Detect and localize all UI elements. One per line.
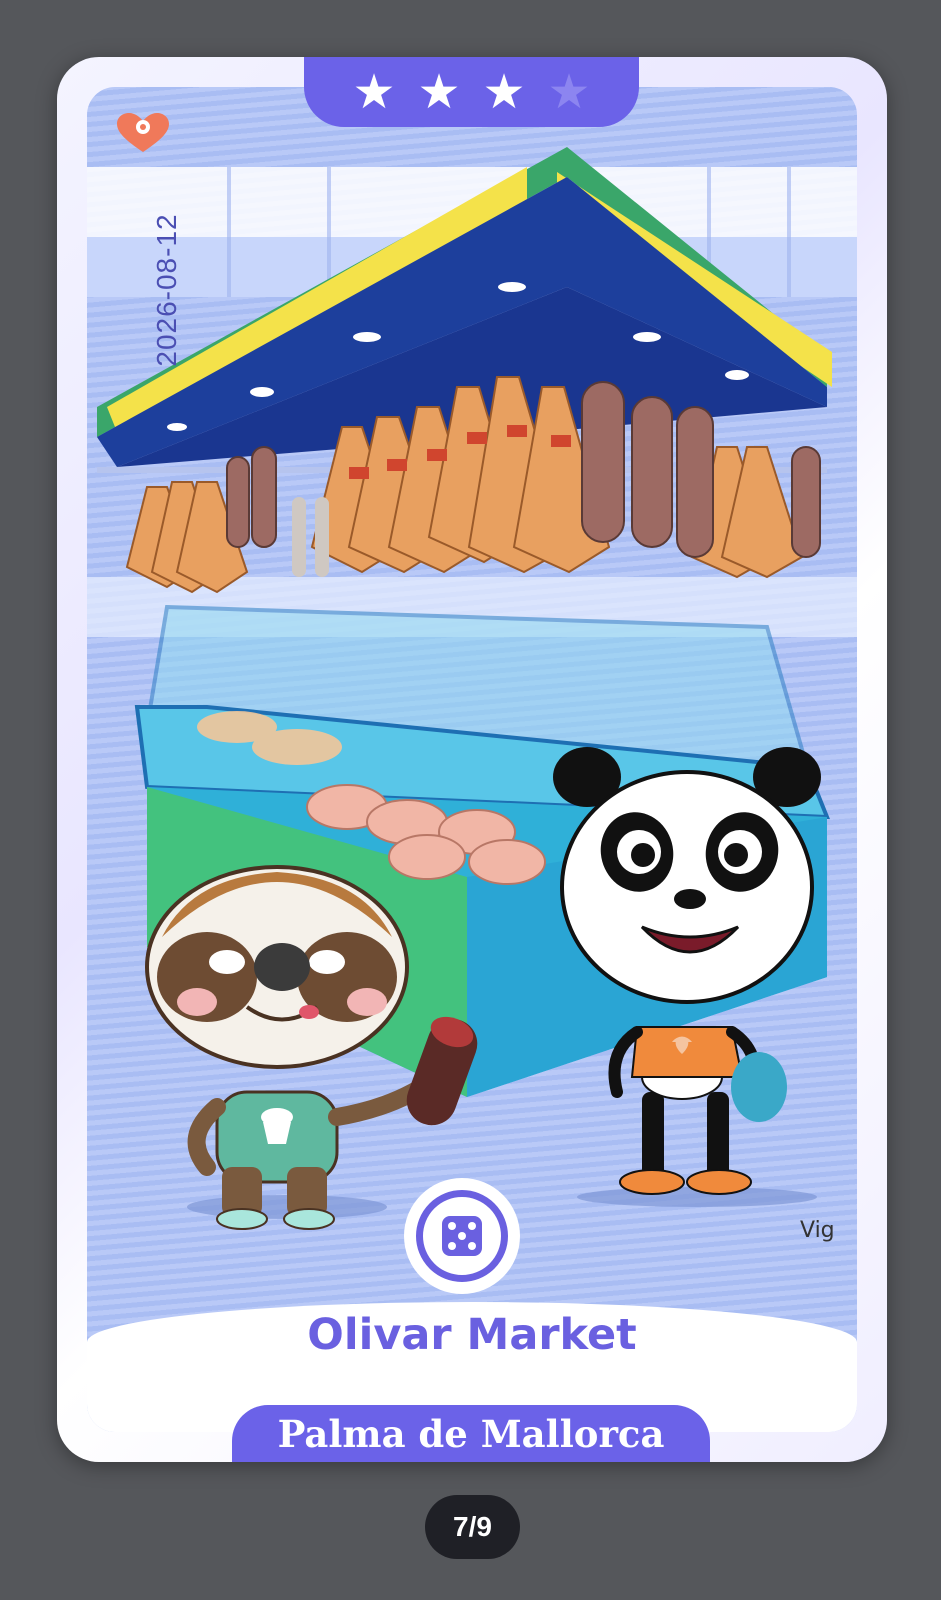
dice-ring xyxy=(416,1190,508,1282)
random-card-button[interactable] xyxy=(404,1178,520,1294)
heart-pin-icon xyxy=(117,113,169,152)
card-date: 2026-08-12 xyxy=(151,213,182,367)
city-label: Palma de Mallorca xyxy=(232,1405,710,1462)
page-indicator: 7/9 xyxy=(425,1495,520,1559)
artist-signature: Vig xyxy=(800,1218,835,1243)
star-icon: ★ xyxy=(417,64,461,120)
star-empty-icon: ★ xyxy=(547,64,591,120)
star-icon: ★ xyxy=(352,64,396,120)
dice-icon xyxy=(442,1216,482,1256)
star-icon: ★ xyxy=(482,64,526,120)
place-name: Olivar Market xyxy=(307,1310,637,1360)
rating-stars: ★ ★ ★ ★ xyxy=(304,57,639,127)
